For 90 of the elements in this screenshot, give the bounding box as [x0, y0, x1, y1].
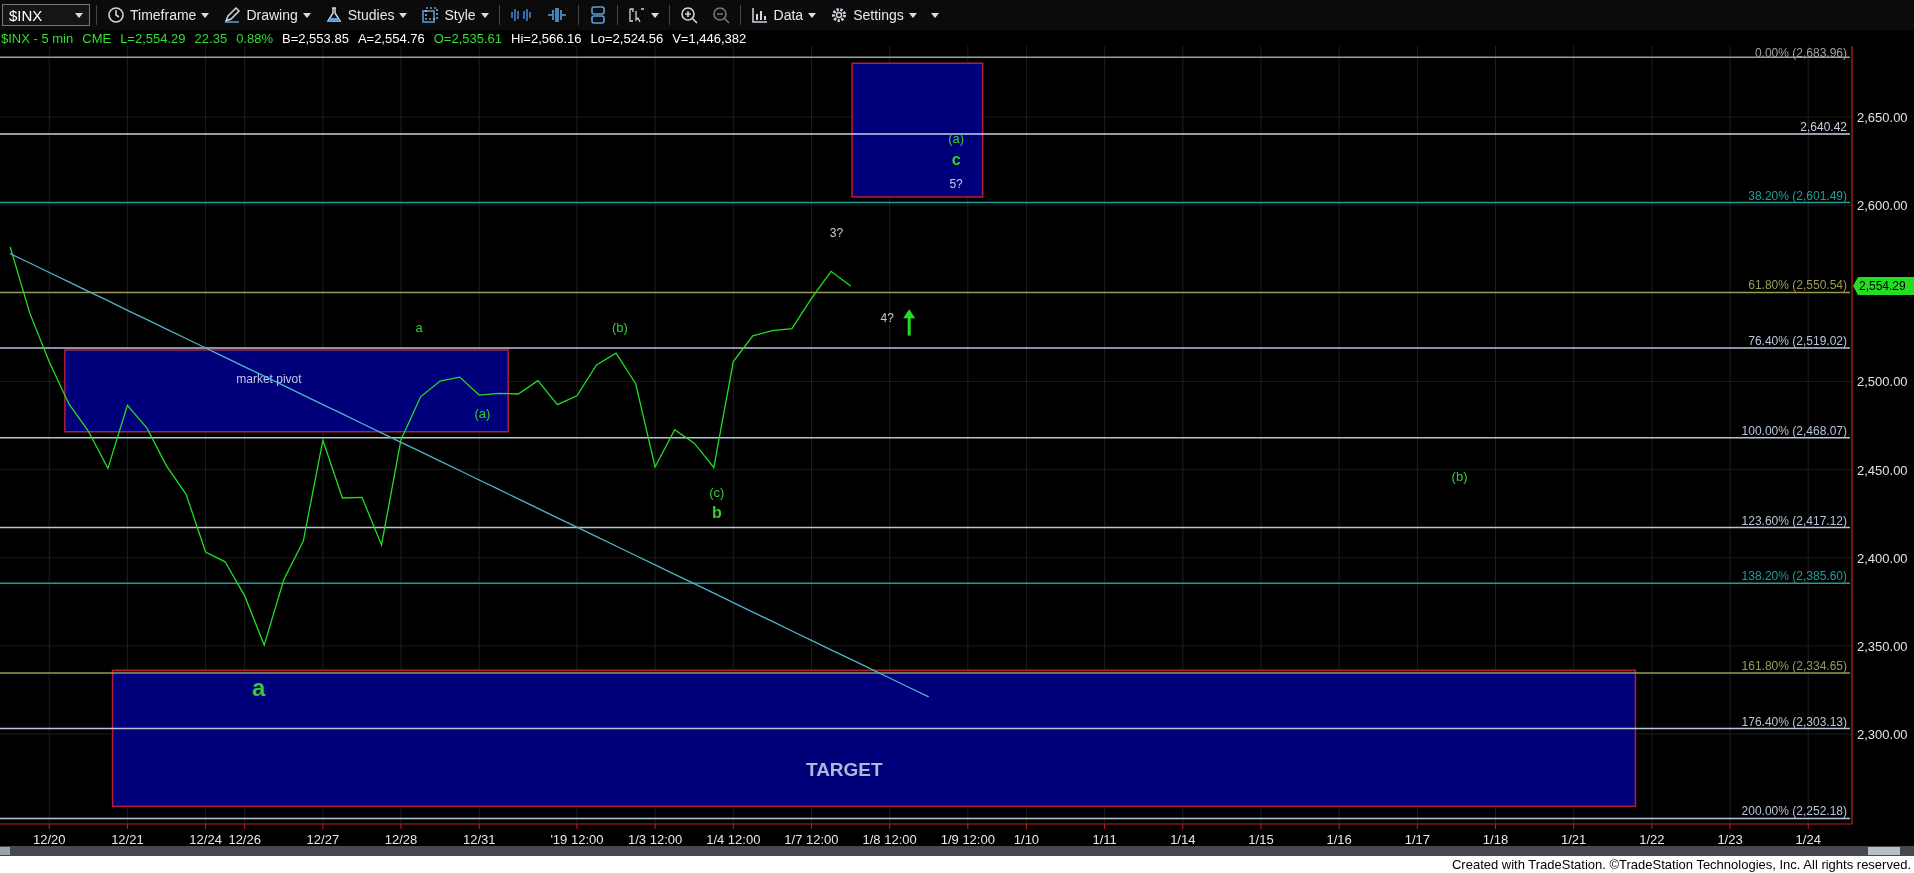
level-label: 76.40% (2,519.02) [1748, 333, 1847, 348]
date-axis-label: 1/8 12:00 [862, 832, 917, 846]
price-axis-label: 2,400.00 [1857, 550, 1908, 566]
quote-value: O=2,535.61 [433, 30, 503, 46]
copyright-text: Created with TradeStation. ©TradeStation Technologies, Inc. All rights reserved. [1451, 857, 1911, 872]
date-axis-label: 12/31 [462, 832, 496, 846]
date-axis-label: 1/7 12:00 [784, 832, 839, 846]
date-axis-label: 12/28 [384, 832, 418, 846]
menu-button[interactable]: Style [417, 2, 493, 28]
date-axis-label: 1/3 12:00 [628, 832, 683, 846]
date-axis-label: 12/21 [111, 832, 144, 846]
date-axis-label: 1/23 [1717, 832, 1743, 846]
settings-icon [830, 6, 849, 24]
level-label: 0.00% (2,683.96) [1754, 46, 1847, 60]
date-axis-label: 1/9 12:00 [940, 832, 995, 846]
level-label: 138.20% (2,385.60) [1741, 569, 1847, 584]
date-axis-label: 1/21 [1561, 832, 1587, 846]
dashed-square-icon [421, 6, 440, 24]
date-axis-label: 1/18 [1482, 832, 1509, 846]
wave-label: b [712, 503, 722, 521]
quote-value: 22.35 [194, 30, 228, 46]
wave-label: (a) [948, 130, 965, 146]
date-axis-label: 12/24 [189, 832, 222, 846]
level-label: 100.00% (2,468.07) [1741, 423, 1847, 438]
date-axis-label: 1/17 [1404, 832, 1430, 846]
up-arrow-marker [903, 309, 916, 336]
quote-value: Hi=2,566.16 [511, 30, 582, 46]
price-axis-label: 2,350.00 [1857, 638, 1908, 654]
date-axis-label: 1/24 [1795, 832, 1821, 846]
quote-value: B=2,553.85 [282, 30, 349, 46]
date-axis-label: '19 12:00 [550, 832, 604, 846]
zoom-in-icon [679, 6, 698, 24]
date-axis-label: 1/15 [1248, 832, 1274, 846]
price-axis-label: 2,650.00 [1857, 110, 1908, 126]
panels-icon [588, 5, 607, 25]
level-label: 123.60% (2,417.12) [1741, 513, 1847, 528]
scroll-bar[interactable] [0, 846, 1914, 856]
menu-button[interactable]: Settings [826, 2, 921, 28]
quote-value: V=1,446,382 [672, 30, 747, 46]
quote-value: Lo=2,524.56 [590, 30, 664, 46]
menu-button[interactable]: Data [746, 2, 821, 28]
wave-question-label: 4? [880, 310, 894, 325]
level-label: 161.80% (2,334.65) [1741, 659, 1847, 673]
wave-label: c [951, 151, 961, 168]
cursor-icon [627, 6, 646, 24]
wave-label: (b) [612, 319, 628, 335]
quote-value: CME [82, 30, 112, 46]
menu-button[interactable]: Timeframe [103, 2, 214, 28]
bars-icon [509, 6, 532, 24]
date-axis-label: 12/26 [228, 832, 261, 846]
date-axis-label: 1/16 [1326, 832, 1352, 846]
date-axis-label: 12/20 [33, 832, 66, 846]
wave-question-label: 5? [949, 177, 963, 192]
menu-button[interactable]: Drawing [219, 2, 315, 28]
wave-label: (b) [1451, 469, 1468, 484]
zone-label: TARGET [805, 759, 883, 781]
wave-label: (c) [709, 484, 725, 500]
symbol-field[interactable]: $INX [2, 4, 90, 26]
date-axis-label: 1/14 [1170, 832, 1196, 846]
wave-label: a [415, 319, 423, 335]
date-axis-label: 1/11 [1092, 832, 1117, 846]
zone-label: market pivot [236, 372, 302, 387]
quote-value: L=2,554.29 [120, 30, 186, 46]
price-axis-label: 2,450.00 [1857, 462, 1908, 478]
last-price-tag: 2,554.29 [1853, 277, 1914, 296]
quote-value: $INX - 5 min [1, 30, 74, 46]
bar-chart-icon [750, 6, 769, 24]
pen-icon [223, 6, 242, 24]
date-axis-label: 1/4 12:00 [706, 832, 761, 846]
flask-icon [324, 6, 343, 24]
wave-label: a [252, 673, 266, 701]
clock-icon [107, 6, 125, 24]
bars-icon [545, 6, 568, 24]
wave-label: (a) [474, 406, 491, 422]
level-label: 176.40% (2,303.13) [1741, 714, 1847, 729]
wave-question-label: 3? [829, 226, 844, 241]
level-label: 2,640.42 [1800, 119, 1847, 134]
date-axis-label: 1/10 [1013, 832, 1040, 846]
level-label: 200.00% (2,252.18) [1741, 804, 1847, 819]
date-axis-label: 1/22 [1639, 832, 1665, 846]
price-axis-label: 2,500.00 [1857, 374, 1908, 390]
menu-button[interactable]: Studies [320, 2, 412, 28]
level-label: 61.80% (2,550.54) [1748, 278, 1847, 293]
zoom-out-icon [711, 6, 730, 24]
price-axis-label: 2,600.00 [1857, 198, 1908, 214]
date-axis-label: 12/27 [306, 832, 340, 846]
level-label: 38.20% (2,601.49) [1748, 188, 1847, 203]
price-axis-label: 2,300.00 [1857, 727, 1908, 743]
quote-value: 0.88% [236, 30, 273, 46]
quote-value: A=2,554.76 [357, 30, 425, 46]
